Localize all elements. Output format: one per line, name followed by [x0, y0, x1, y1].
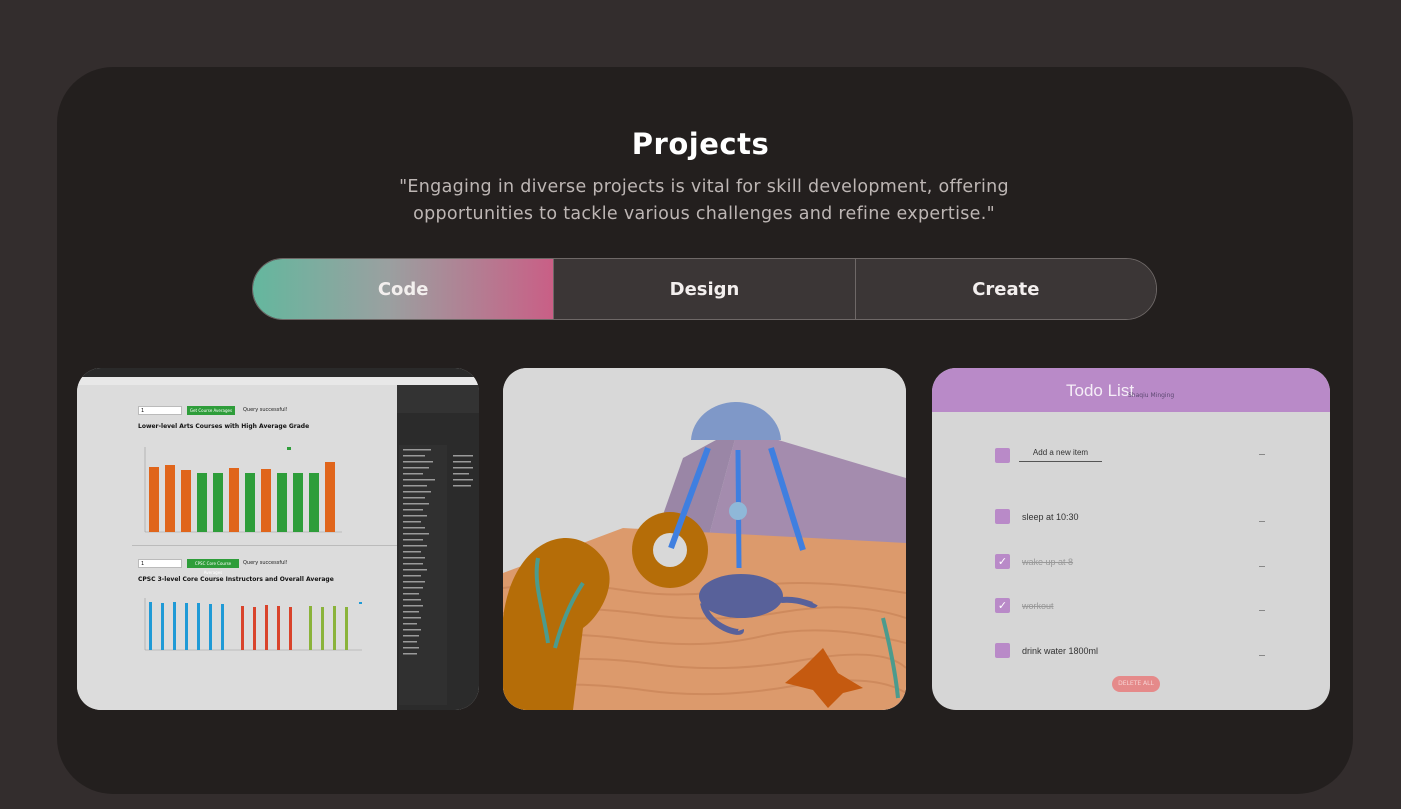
- remove-icon: [1259, 566, 1265, 567]
- query-status: Query successful!: [243, 560, 288, 566]
- section-divider: [132, 545, 397, 546]
- remove-icon: [1259, 454, 1265, 455]
- section-title: Projects: [631, 127, 770, 161]
- delete-all-button: DELETE ALL: [1112, 676, 1160, 692]
- query-input: 1: [138, 406, 182, 415]
- ocean-scene-image: [503, 368, 906, 710]
- devtools-network-list: [397, 385, 479, 705]
- query-status: Query successful!: [243, 407, 288, 413]
- project-category-tabs: Code Design Create: [252, 258, 1157, 320]
- new-item-input: Add a new item: [1019, 446, 1102, 462]
- browser-tab-strip: [77, 368, 479, 377]
- browser-address-bar: [77, 377, 479, 385]
- todo-checkbox: [995, 643, 1010, 658]
- new-item-checkbox: [995, 448, 1010, 463]
- devtools-panel: [397, 385, 479, 710]
- query-input: 1: [138, 559, 182, 568]
- remove-icon: [1259, 655, 1265, 656]
- project-card-3d-ocean-scene[interactable]: [503, 368, 906, 710]
- project-card-insight-ubc[interactable]: 1 Get Course Averages Query successful! …: [77, 368, 479, 710]
- todo-header: Todo List Shaqiu Minging: [932, 368, 1330, 412]
- chart-title: CPSC 3-level Core Course Instructors and…: [138, 576, 334, 583]
- remove-icon: [1259, 521, 1265, 522]
- tab-create[interactable]: Create: [854, 259, 1156, 319]
- todo-item-text: drink water 1800ml: [1022, 646, 1099, 656]
- todo-checkbox: [995, 509, 1010, 524]
- tab-code[interactable]: Code: [253, 259, 554, 319]
- todo-item-text: wake up at 8: [1022, 557, 1074, 567]
- todo-item-text: sleep at 10:30: [1022, 512, 1079, 522]
- query-button: CPSC Core Course Averages: [187, 559, 239, 575]
- bar-chart-arts: [144, 447, 342, 533]
- todo-item-text: workout: [1022, 601, 1054, 611]
- query-page: 1 Get Course Averages Query successful! …: [77, 385, 397, 710]
- query-button: Get Course Averages: [187, 406, 235, 415]
- todo-title: Todo List: [1066, 381, 1135, 400]
- todo-checkbox-checked: ✓: [995, 598, 1010, 613]
- todo-subtitle: Shaqiu Minging: [1128, 392, 1175, 399]
- remove-icon: [1259, 610, 1265, 611]
- chart-title: Lower-level Arts Courses with High Avera…: [138, 423, 310, 430]
- project-card-todo-list[interactable]: Todo List Shaqiu Minging Add a new item …: [932, 368, 1330, 710]
- section-quote: "Engaging in diverse projects is vital f…: [399, 177, 1009, 224]
- tab-design[interactable]: Design: [553, 259, 855, 319]
- todo-checkbox-checked: ✓: [995, 554, 1010, 569]
- bar-chart-cpsc: [144, 598, 362, 651]
